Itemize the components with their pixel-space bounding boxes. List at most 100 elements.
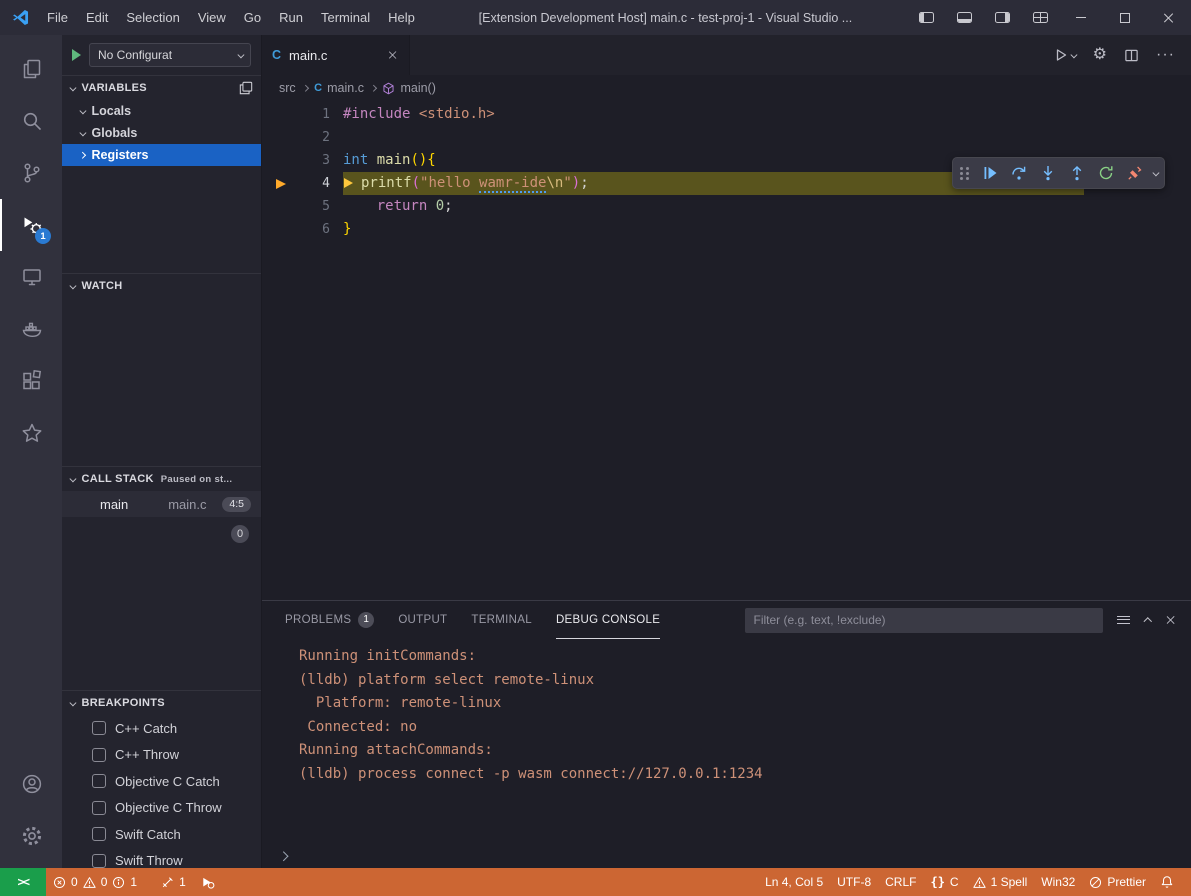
breakpoint-gutter[interactable]	[262, 126, 300, 149]
variables-item-globals[interactable]: Globals	[62, 122, 261, 144]
step-out-icon[interactable]	[1064, 160, 1090, 186]
code-line-6[interactable]: 6}	[262, 218, 1191, 241]
toggle-secondary-sidebar-icon[interactable]	[983, 0, 1021, 35]
code-text[interactable]: #include <stdio.h>	[343, 103, 495, 126]
panel-tab-output[interactable]: OUTPUT	[398, 601, 447, 639]
variables-item-registers[interactable]: Registers	[62, 144, 261, 166]
chevron-down-icon[interactable]	[1152, 169, 1158, 175]
menu-go[interactable]: Go	[235, 0, 270, 35]
stack-frame-row[interactable]: main main.c 4:5	[62, 491, 261, 517]
problems-status[interactable]: 0 0 1	[46, 868, 144, 896]
console-output-options-icon[interactable]	[1117, 616, 1130, 625]
search-icon[interactable]	[0, 95, 62, 147]
breakpoint-item[interactable]: Swift Catch	[62, 821, 261, 848]
panel-tab-debug-console[interactable]: DEBUG CONSOLE	[556, 601, 660, 639]
split-editor-icon[interactable]	[1124, 48, 1139, 63]
launch-config-dropdown[interactable]: No Configurat	[89, 43, 251, 67]
maximize-button[interactable]	[1103, 0, 1147, 35]
remote-indicator[interactable]: ><	[0, 868, 46, 896]
drag-grip-icon[interactable]	[960, 167, 969, 180]
notifications-bell-icon[interactable]	[1153, 868, 1181, 896]
disconnect-icon[interactable]	[1122, 160, 1148, 186]
panel-tab-terminal[interactable]: TERMINAL	[471, 601, 532, 639]
breakpoint-gutter[interactable]	[262, 218, 300, 241]
breakpoints-header[interactable]: BREAKPOINTS	[62, 691, 261, 715]
checkbox-icon[interactable]	[92, 774, 106, 788]
checkbox-icon[interactable]	[92, 748, 106, 762]
menu-view[interactable]: View	[189, 0, 235, 35]
console-output[interactable]: Running initCommands:(lldb) platform sel…	[262, 639, 1191, 844]
menu-run[interactable]: Run	[270, 0, 312, 35]
toggle-panel-icon[interactable]	[945, 0, 983, 35]
formatter-status[interactable]: Prettier	[1082, 868, 1153, 896]
code-line-2[interactable]: 2	[262, 126, 1191, 149]
restart-icon[interactable]	[1093, 160, 1119, 186]
breakpoint-item[interactable]: Objective C Catch	[62, 768, 261, 795]
extensions-icon[interactable]	[0, 355, 62, 407]
menu-edit[interactable]: Edit	[77, 0, 117, 35]
close-button[interactable]	[1147, 0, 1191, 35]
breakpoint-item[interactable]: Objective C Throw	[62, 795, 261, 822]
breakpoint-item[interactable]: C++ Throw	[62, 742, 261, 769]
code-text[interactable]: return 0;	[343, 195, 453, 218]
start-debug-icon[interactable]	[72, 49, 81, 61]
favorites-star-icon[interactable]	[0, 407, 62, 459]
variables-item-locals[interactable]: Locals	[62, 100, 261, 122]
checkbox-icon[interactable]	[92, 801, 106, 815]
language-mode[interactable]: {} C	[923, 868, 965, 896]
breakpoint-item[interactable]: C++ Catch	[62, 715, 261, 742]
collapse-all-icon[interactable]	[239, 81, 253, 95]
tab-close-icon[interactable]	[388, 50, 398, 60]
encoding[interactable]: UTF-8	[830, 868, 878, 896]
breadcrumb-file[interactable]: C main.c	[314, 81, 364, 95]
code-editor[interactable]: 1#include <stdio.h>23int main(){4printf(…	[262, 101, 1191, 600]
run-or-debug-icon[interactable]	[1053, 47, 1076, 63]
step-over-icon[interactable]	[1006, 160, 1032, 186]
debug-status[interactable]	[193, 868, 222, 896]
accounts-icon[interactable]	[0, 758, 62, 810]
docker-icon[interactable]	[0, 303, 62, 355]
source-control-icon[interactable]	[0, 147, 62, 199]
watch-header[interactable]: WATCH	[62, 274, 261, 298]
breakpoint-gutter[interactable]	[262, 149, 300, 172]
code-line-1[interactable]: 1#include <stdio.h>	[262, 103, 1191, 126]
cursor-position[interactable]: Ln 4, Col 5	[758, 868, 830, 896]
menu-file[interactable]: File	[38, 0, 77, 35]
menu-help[interactable]: Help	[379, 0, 424, 35]
settings-gear-icon[interactable]	[0, 810, 62, 862]
menu-selection[interactable]: Selection	[117, 0, 188, 35]
checkbox-icon[interactable]	[92, 827, 106, 841]
eol-sequence[interactable]: CRLF	[878, 868, 923, 896]
console-input-row[interactable]	[262, 844, 1191, 868]
checkbox-icon[interactable]	[92, 854, 106, 868]
tab-main-c[interactable]: C main.c	[262, 35, 410, 75]
spell-checker-status[interactable]: 1 Spell	[966, 868, 1035, 896]
close-panel-icon[interactable]	[1166, 615, 1176, 625]
platform-target[interactable]: Win32	[1034, 868, 1082, 896]
explorer-icon[interactable]	[0, 43, 62, 95]
code-text[interactable]: }	[343, 218, 351, 241]
checkbox-icon[interactable]	[92, 721, 106, 735]
breakpoint-gutter[interactable]	[262, 103, 300, 126]
remote-explorer-icon[interactable]	[0, 251, 62, 303]
debug-console-filter-input[interactable]	[745, 608, 1103, 633]
configure-gear-icon[interactable]: ⚙	[1093, 47, 1107, 63]
breakpoint-gutter[interactable]	[262, 172, 300, 195]
toggle-sidebar-icon[interactable]	[907, 0, 945, 35]
call-stack-header[interactable]: CALL STACK Paused on st...	[62, 467, 261, 491]
breakpoint-gutter[interactable]	[262, 195, 300, 218]
minimize-button[interactable]	[1059, 0, 1103, 35]
menu-terminal[interactable]: Terminal	[312, 0, 379, 35]
tools-status[interactable]: 1	[154, 868, 193, 896]
run-and-debug-icon[interactable]: 1	[0, 199, 62, 251]
panel-tab-problems[interactable]: PROBLEMS1	[285, 601, 374, 639]
maximize-panel-icon[interactable]	[1143, 618, 1151, 626]
breadcrumb-folder[interactable]: src	[279, 81, 296, 95]
code-line-5[interactable]: 5 return 0;	[262, 195, 1191, 218]
breakpoint-item[interactable]: Swift Throw	[62, 848, 261, 869]
continue-icon[interactable]	[977, 160, 1003, 186]
breadcrumb-symbol[interactable]: main()	[382, 81, 435, 95]
variables-header[interactable]: VARIABLES	[62, 76, 261, 100]
customize-layout-icon[interactable]	[1021, 0, 1059, 35]
step-into-icon[interactable]	[1035, 160, 1061, 186]
